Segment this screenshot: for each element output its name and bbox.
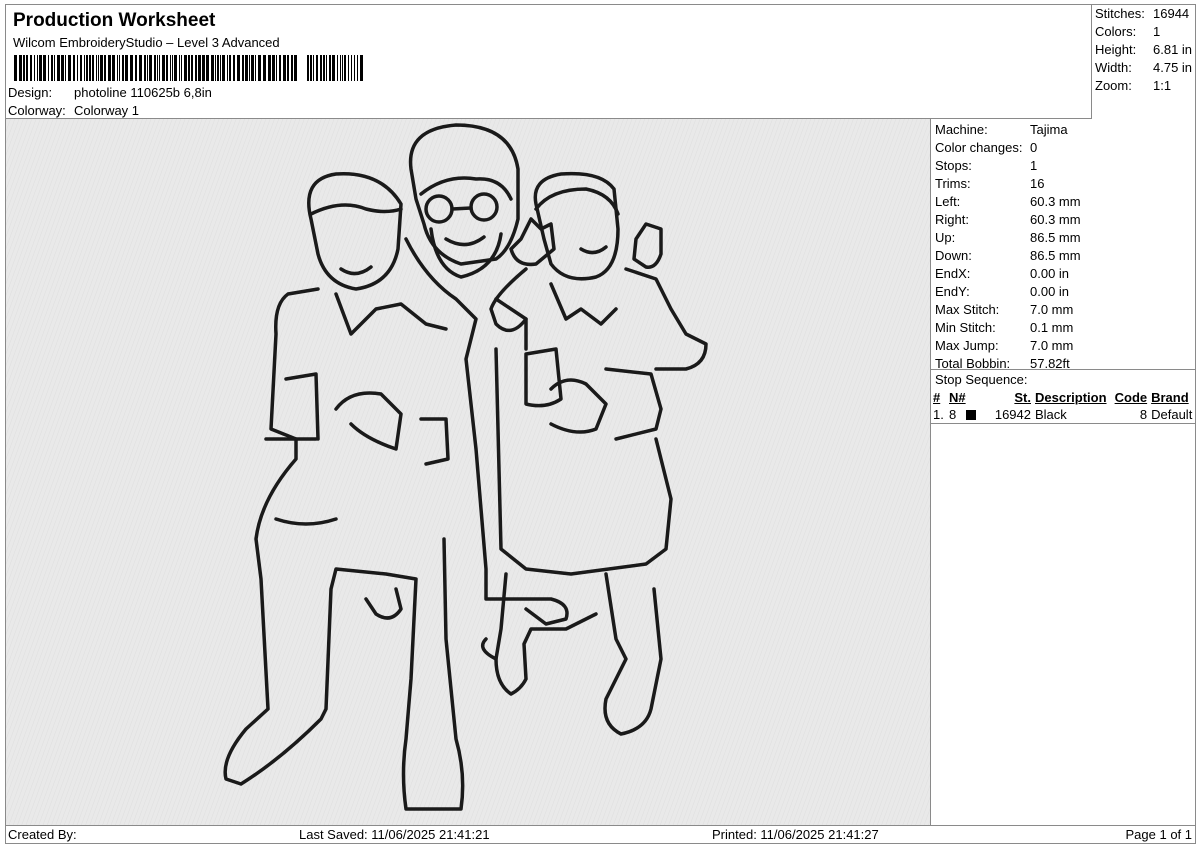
page-number: Page 1 of 1: [1125, 827, 1193, 842]
page-title: Production Worksheet: [13, 10, 216, 31]
info-label: Trims:: [935, 176, 971, 191]
design-row: Design: photoline 110625b 6,8in: [8, 84, 212, 102]
software-subtitle: Wilcom EmbroideryStudio – Level 3 Advanc…: [13, 35, 280, 50]
info-value: 0.00 in: [1030, 266, 1070, 281]
info-value: 57.82ft: [1030, 356, 1070, 371]
stop-sequence-table: # N# St. Description Code Brand 1. 8 169…: [931, 389, 1196, 424]
colorway-label: Colorway:: [8, 103, 66, 118]
info-value: 7.0 mm: [1030, 302, 1074, 317]
col-description: Description: [1035, 390, 1107, 405]
info-label: Up:: [935, 230, 956, 245]
colorway-value: Colorway 1: [74, 103, 140, 118]
info-label: Left:: [935, 194, 961, 209]
created-by: Created By:: [8, 827, 77, 842]
table-header-row: # N# St. Description Code Brand: [931, 389, 1196, 406]
info-value: 60.3 mm: [1030, 212, 1081, 227]
info-value: 1: [1030, 158, 1038, 173]
info-label: Color changes:: [935, 140, 1023, 155]
info-value: 0: [1030, 140, 1038, 155]
info-value: 16: [1030, 176, 1045, 191]
col-num: #: [933, 390, 941, 405]
info-value: 86.5 mm: [1030, 248, 1081, 263]
col-code: Code: [1114, 390, 1148, 405]
col-st: St.: [1014, 390, 1031, 405]
info-label: Max Stitch:: [935, 302, 1000, 317]
row-n: 8: [947, 406, 979, 424]
barcode-image: [14, 55, 363, 81]
info-label: Stops:: [935, 158, 972, 173]
info-value: Tajima: [1030, 122, 1068, 137]
info-label: Down:: [935, 248, 972, 263]
stats-panel: Stitches: 16944 Colors: 1 Height: 6.81 in W…: [1092, 4, 1196, 119]
info-label: EndX:: [935, 266, 971, 281]
info-label: Right:: [935, 212, 969, 227]
info-label: Max Jump:: [935, 338, 999, 353]
machine-info-panel: Machine: Tajima Color changes: 0 Stops: 1 Trim…: [931, 119, 1196, 825]
stat-colors: Colors: 1: [1095, 24, 1161, 39]
last-saved: Last Saved: 11/06/2025 21:41:21: [299, 827, 490, 842]
stat-zoom: Zoom: 1:1: [1095, 78, 1172, 93]
color-swatch: [966, 410, 977, 420]
embroidery-line-art: [6, 119, 930, 825]
design-label: Design:: [8, 85, 53, 100]
worksheet-header: Production Worksheet Wilcom EmbroiderySt…: [5, 4, 1092, 119]
info-label: EndY:: [935, 284, 970, 299]
design-value: photoline 110625b 6,8in: [74, 85, 212, 100]
table-row: 1. 8 16942 Black 8 Default: [931, 406, 1196, 424]
info-value: 7.0 mm: [1030, 338, 1074, 353]
divider: [931, 369, 1196, 370]
info-label: Machine:: [935, 122, 988, 137]
row-code: 8: [1139, 407, 1148, 422]
info-value: 0.00 in: [1030, 284, 1070, 299]
row-brand: Default: [1151, 407, 1193, 422]
info-value: 60.3 mm: [1030, 194, 1081, 209]
row-num: 1.: [933, 407, 944, 422]
worksheet-footer: Created By: Last Saved: 11/06/2025 21:41…: [5, 825, 1196, 844]
info-value: 0.1 mm: [1030, 320, 1074, 335]
col-brand: Brand: [1151, 390, 1189, 405]
printed-time: Printed: 11/06/2025 21:41:27: [712, 827, 879, 842]
design-preview: [6, 119, 931, 825]
row-st: 16942: [994, 407, 1031, 422]
stat-height: Height: 6.81 in: [1095, 42, 1193, 57]
info-value: 86.5 mm: [1030, 230, 1081, 245]
col-n: N#: [949, 390, 966, 405]
colorway-row: Colorway: Colorway 1: [8, 102, 139, 120]
row-description: Black: [1035, 407, 1067, 422]
info-label: Min Stitch:: [935, 320, 996, 335]
stat-stitches: Stitches: 16944: [1095, 6, 1190, 21]
stat-width: Width: 4.75 in: [1095, 60, 1193, 75]
